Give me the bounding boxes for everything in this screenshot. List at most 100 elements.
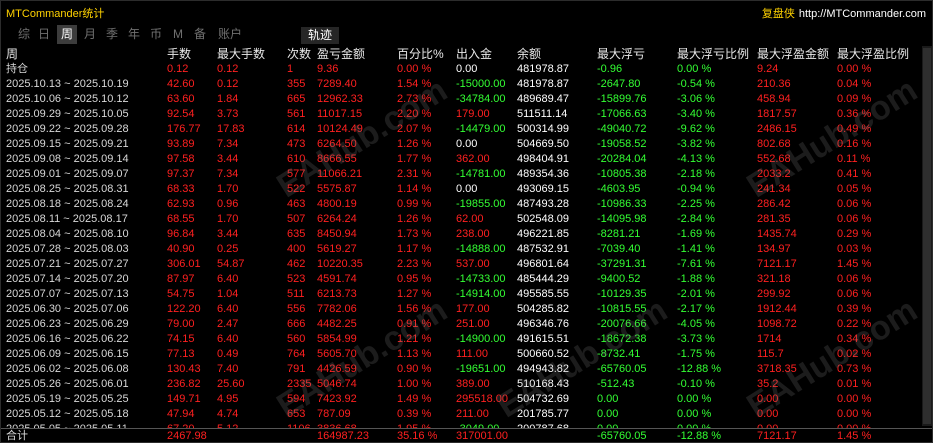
brand-link[interactable]: 复盘侠 http://MTCommander.com — [762, 5, 926, 21]
cell-max-float-profit: 9.24 — [757, 63, 779, 75]
cell-pnl: 787.09 — [317, 408, 351, 420]
table-row[interactable]: 2025.08.18 ~ 2025.08.24 62.93 0.96 463 4800.… — [1, 197, 932, 212]
tab-note[interactable]: 备 — [191, 25, 209, 44]
table-row[interactable]: 2025.09.15 ~ 2025.09.21 93.89 7.34 473 6264.… — [1, 137, 932, 152]
tab-symbol[interactable]: 币 — [147, 25, 165, 44]
cell-balance: 487493.28 — [517, 198, 569, 210]
tab-day[interactable]: 日 — [35, 25, 53, 44]
cell-period: 2025.08.04 ~ 2025.08.10 — [6, 228, 129, 240]
header-pnl[interactable]: 盈亏金额 — [317, 47, 395, 62]
vertical-scrollbar[interactable] — [922, 46, 932, 426]
stats-window: MTCommander统计 复盘侠 http://MTCommander.com … — [0, 0, 933, 443]
cell-max-float-profit: 1714 — [757, 333, 782, 345]
cell-max-drawdown: -0.96 — [597, 63, 623, 75]
header-balance[interactable]: 余额 — [517, 47, 595, 62]
table-row[interactable]: 2025.08.11 ~ 2025.08.17 68.55 1.70 507 6264.… — [1, 212, 932, 227]
table-row[interactable]: 2025.09.29 ~ 2025.10.05 92.54 3.73 561 11017… — [1, 107, 932, 122]
header-count[interactable]: 次数 — [287, 47, 315, 62]
cell-percent: 1.00 % — [397, 378, 432, 390]
header-max-lots[interactable]: 最大手数 — [217, 47, 283, 62]
cell-max-float-profit: 1912.44 — [757, 303, 797, 315]
cell-max-float-profit-pct: 0.41 % — [837, 168, 872, 180]
header-max-drawdown[interactable]: 最大浮亏 — [597, 47, 675, 62]
tab-week[interactable]: 周 — [57, 25, 77, 44]
cell-deposit-withdraw: 179.00 — [456, 108, 490, 120]
table-row[interactable]: 2025.06.16 ~ 2025.06.22 74.15 6.40 560 5854.… — [1, 332, 932, 347]
table-row[interactable]: 2025.07.07 ~ 2025.07.13 54.75 1.04 511 6213.… — [1, 287, 932, 302]
tab-account[interactable]: 账户 — [215, 25, 245, 44]
cell-max-float-profit-pct: 0.73 % — [837, 363, 872, 375]
cell-max-lots: 4.95 — [217, 393, 239, 405]
cell-deposit-withdraw: 0.00 — [456, 183, 478, 195]
cell-max-drawdown: -37291.31 — [597, 258, 647, 270]
table-row[interactable]: 2025.08.04 ~ 2025.08.10 96.84 3.44 635 8450.… — [1, 227, 932, 242]
cell-balance: 504285.82 — [517, 303, 569, 315]
tab-magic[interactable]: M — [171, 25, 185, 44]
table-row[interactable]: 持仓 0.12 0.12 1 9.36 0.00 % 0.00 481978.87 -0.96 0… — [1, 62, 932, 77]
table-row[interactable]: 2025.07.21 ~ 2025.07.27 306.01 54.87 462 102… — [1, 257, 932, 272]
cell-balance: 489689.47 — [517, 93, 569, 105]
cell-period: 2025.10.13 ~ 2025.10.19 — [6, 78, 129, 90]
total-cell-pnl: 164987.23 — [317, 430, 369, 442]
header-period[interactable]: 周 — [6, 47, 166, 62]
cell-balance: 495585.55 — [517, 288, 569, 300]
cell-percent: 0.91 % — [397, 318, 432, 330]
cell-lots: 87.97 — [167, 273, 195, 285]
cell-period: 2025.09.15 ~ 2025.09.21 — [6, 138, 129, 150]
table-row[interactable]: 2025.06.02 ~ 2025.06.08 130.43 7.40 791 4426… — [1, 362, 932, 377]
cell-count: 507 — [287, 213, 306, 225]
table-row[interactable]: 2025.10.13 ~ 2025.10.19 42.60 0.12 355 7289.… — [1, 77, 932, 92]
scrollbar-thumb[interactable] — [923, 48, 931, 424]
table-row[interactable]: 2025.09.22 ~ 2025.09.28 176.77 17.83 614 101… — [1, 122, 932, 137]
cell-percent: 2.20 % — [397, 108, 432, 120]
cell-lots: 176.77 — [167, 123, 201, 135]
cell-max-float-profit-pct: 0.06 % — [837, 213, 872, 225]
track-button[interactable]: 轨迹 — [301, 27, 339, 44]
cell-max-float-profit: 7121.17 — [757, 258, 797, 270]
cell-max-lots: 3.44 — [217, 153, 239, 165]
tab-year[interactable]: 年 — [125, 25, 143, 44]
table-row[interactable]: 2025.09.01 ~ 2025.09.07 97.37 7.34 577 11066… — [1, 167, 932, 182]
cell-period: 2025.05.12 ~ 2025.05.18 — [6, 408, 129, 420]
table-header: 周 手数 最大手数 次数 盈亏金额 百分比% 出入金 余额 最大浮亏 最大浮亏比… — [1, 47, 932, 62]
header-max-float-profit[interactable]: 最大浮盈金额 — [757, 47, 835, 62]
table-row[interactable]: 2025.05.19 ~ 2025.05.25 149.71 4.95 594 7423… — [1, 392, 932, 407]
header-percent[interactable]: 百分比% — [397, 47, 451, 62]
cell-period: 2025.09.29 ~ 2025.10.05 — [6, 108, 129, 120]
table-row[interactable]: 2025.06.23 ~ 2025.06.29 79.00 2.47 666 4482.… — [1, 317, 932, 332]
cell-percent: 1.14 % — [397, 183, 432, 195]
header-deposit-withdraw[interactable]: 出入金 — [456, 47, 514, 62]
header-lots[interactable]: 手数 — [167, 47, 213, 62]
total-cell-max-drawdown: -65760.05 — [597, 430, 647, 442]
tab-month[interactable]: 月 — [81, 25, 99, 44]
cell-max-drawdown: 0.00 — [597, 393, 619, 405]
table-row[interactable]: 2025.05.26 ~ 2025.06.01 236.82 25.60 2335 50… — [1, 377, 932, 392]
header-max-drawdown-pct[interactable]: 最大浮亏比例 — [677, 47, 755, 62]
tab-quarter[interactable]: 季 — [103, 25, 121, 44]
cell-max-float-profit: 35.2 — [757, 378, 779, 390]
table-row[interactable]: 2025.06.30 ~ 2025.07.06 122.20 6.40 556 7782… — [1, 302, 932, 317]
cell-percent: 1.27 % — [397, 288, 432, 300]
table-row[interactable]: 2025.08.25 ~ 2025.08.31 68.33 1.70 522 5575.… — [1, 182, 932, 197]
cell-count: 764 — [287, 348, 306, 360]
table-row[interactable]: 2025.07.28 ~ 2025.08.03 40.90 0.25 400 5619.… — [1, 242, 932, 257]
table-row[interactable]: 2025.10.06 ~ 2025.10.12 63.60 1.84 665 12962… — [1, 92, 932, 107]
cell-percent: 2.31 % — [397, 168, 432, 180]
cell-balance: 485444.29 — [517, 273, 569, 285]
table-row[interactable]: 2025.09.08 ~ 2025.09.14 97.58 3.44 610 8666.… — [1, 152, 932, 167]
table-row[interactable]: 2025.07.14 ~ 2025.07.20 87.97 6.40 523 4591.… — [1, 272, 932, 287]
cell-max-drawdown: -18672.38 — [597, 333, 647, 345]
cell-max-lots: 17.83 — [217, 123, 245, 135]
cell-max-drawdown-pct: -12.88 % — [677, 363, 722, 375]
table-row[interactable]: 2025.05.12 ~ 2025.05.18 47.94 4.74 653 787.0… — [1, 407, 932, 422]
cell-max-lots: 6.40 — [217, 333, 239, 345]
cell-deposit-withdraw: 251.00 — [456, 318, 490, 330]
tab-summary[interactable]: 综 — [15, 25, 33, 44]
total-cell-period: 合计 — [6, 430, 28, 442]
cell-count: 791 — [287, 363, 306, 375]
header-max-float-profit-pct[interactable]: 最大浮盈比例 — [837, 47, 915, 62]
total-cell-max-drawdown-pct: -12.88 % — [677, 430, 722, 442]
table-row[interactable]: 2025.06.09 ~ 2025.06.15 77.13 0.49 764 5605.… — [1, 347, 932, 362]
brand-url[interactable]: http://MTCommander.com — [799, 8, 926, 20]
cell-period: 持仓 — [6, 63, 28, 75]
